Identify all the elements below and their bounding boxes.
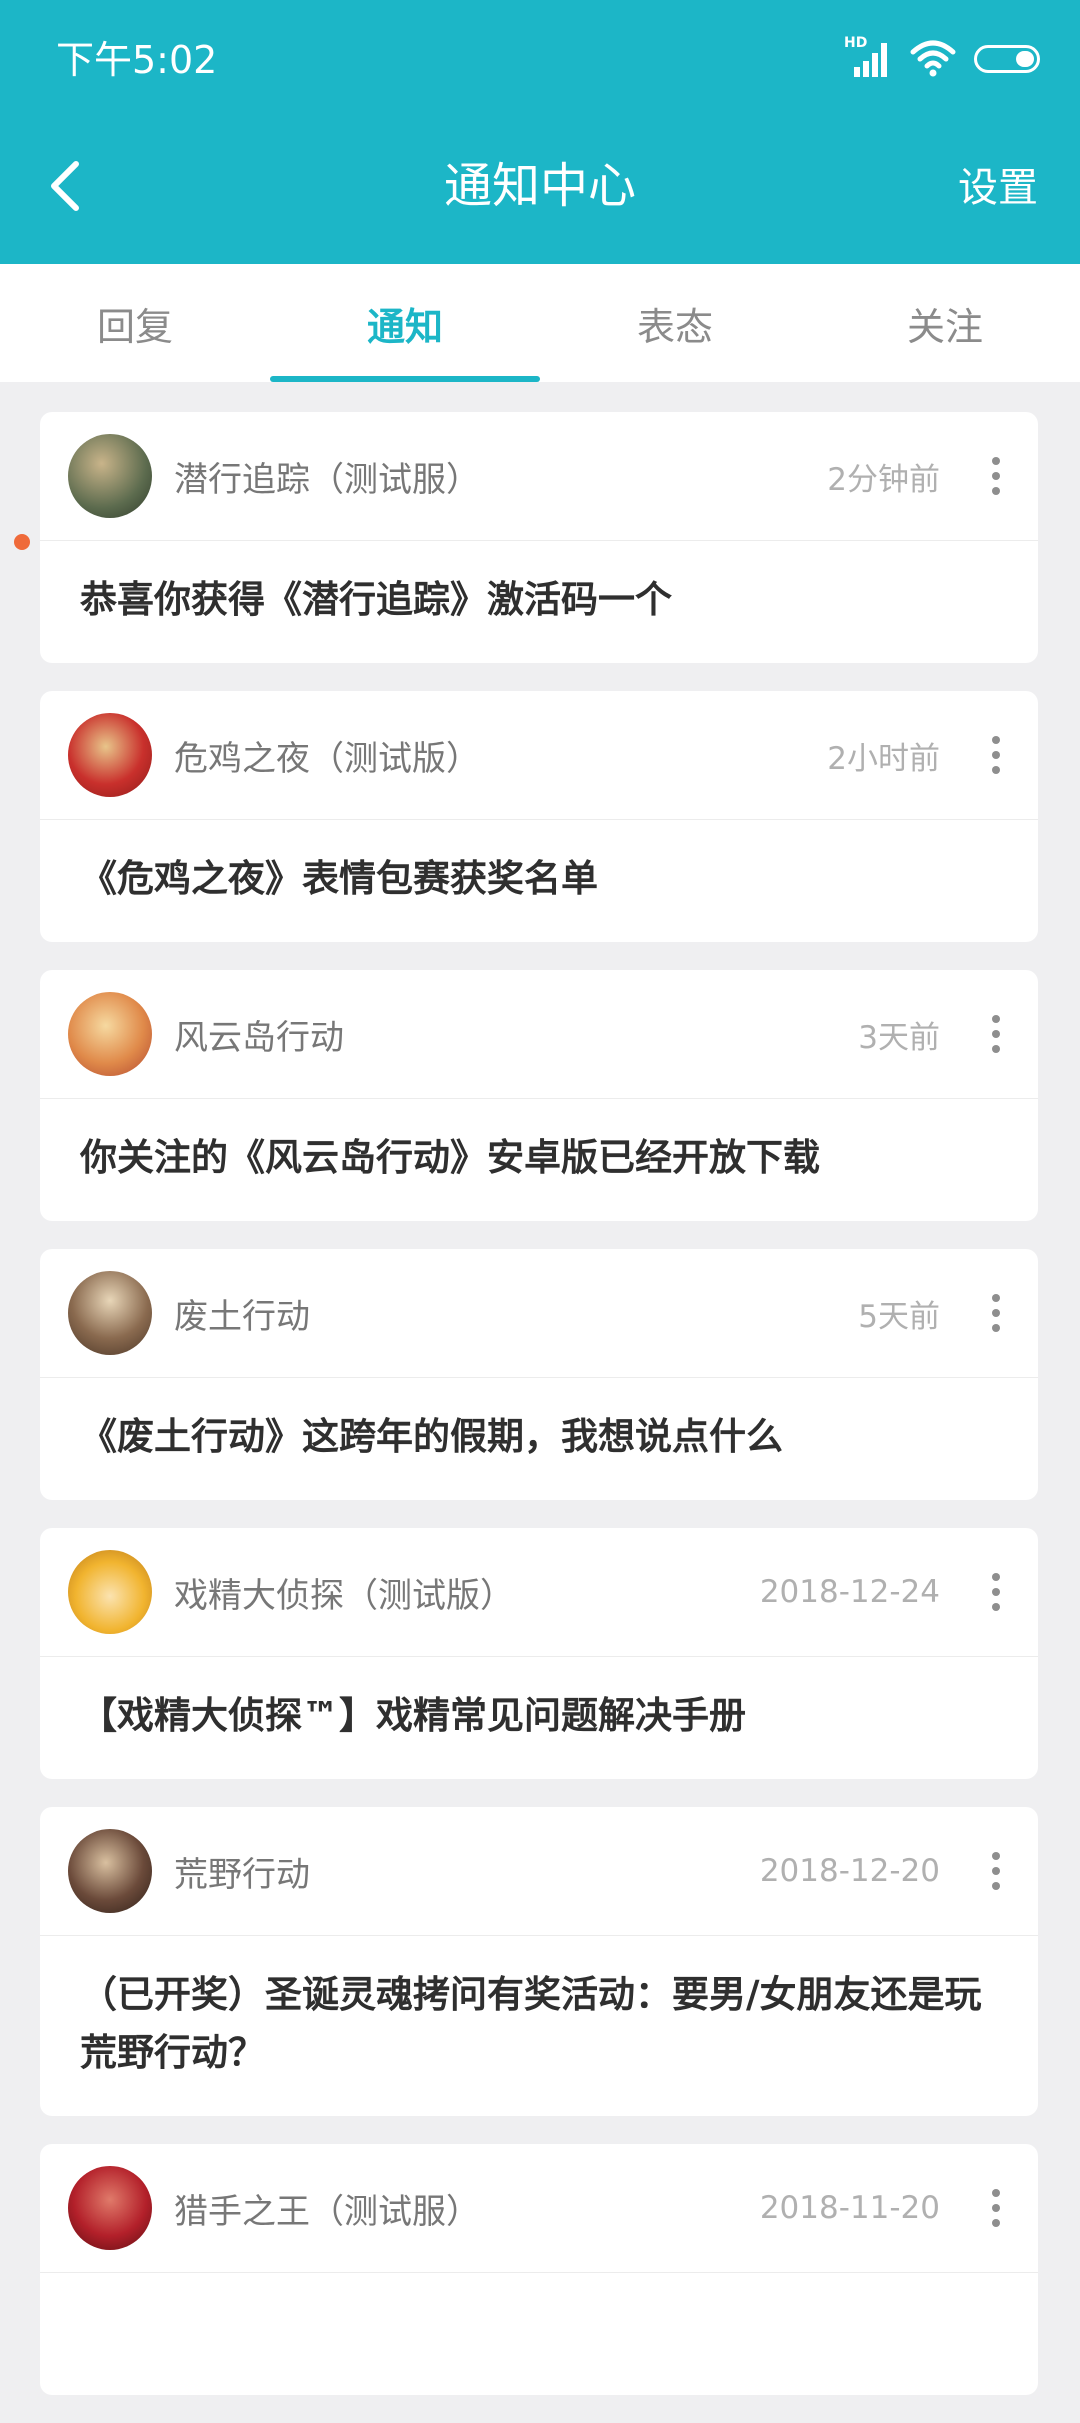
game-avatar[interactable] bbox=[68, 1550, 152, 1634]
notification-card[interactable]: 危鸡之夜（测试版） 2小时前 《危鸡之夜》表情包赛获奖名单 bbox=[40, 691, 1038, 942]
notification-content[interactable] bbox=[40, 2273, 1038, 2395]
notification-content[interactable]: （已开奖）圣诞灵魂拷问有奖活动：要男/女朋友还是玩荒野行动？ bbox=[40, 1936, 1038, 2116]
status-time: 下午5:02 bbox=[56, 38, 218, 82]
unread-dot bbox=[14, 534, 30, 550]
notification-card[interactable]: 戏精大侦探（测试版） 2018-12-24 【戏精大侦探™】戏精常见问题解决手册 bbox=[40, 1528, 1038, 1779]
tab-notifications[interactable]: 通知 bbox=[270, 264, 540, 382]
notification-time: 3天前 bbox=[858, 1019, 940, 1056]
more-options-icon[interactable] bbox=[976, 1841, 1016, 1901]
more-options-icon[interactable] bbox=[976, 1562, 1016, 1622]
more-options-icon[interactable] bbox=[976, 2178, 1016, 2238]
notification-time: 2小时前 bbox=[827, 740, 940, 777]
game-avatar[interactable] bbox=[68, 713, 152, 797]
game-name[interactable]: 危鸡之夜（测试版） bbox=[174, 731, 827, 780]
notification-content[interactable]: 恭喜你获得《潜行追踪》激活码一个 bbox=[40, 541, 1038, 663]
more-options-icon[interactable] bbox=[976, 1004, 1016, 1064]
game-name[interactable]: 荒野行动 bbox=[174, 1847, 760, 1896]
tab-following[interactable]: 关注 bbox=[810, 264, 1080, 382]
game-name[interactable]: 废土行动 bbox=[174, 1289, 858, 1338]
notification-card[interactable]: 风云岛行动 3天前 你关注的《风云岛行动》安卓版已经开放下载 bbox=[40, 970, 1038, 1221]
tab-reactions[interactable]: 表态 bbox=[540, 264, 810, 382]
notification-content[interactable]: 你关注的《风云岛行动》安卓版已经开放下载 bbox=[40, 1099, 1038, 1221]
notification-card[interactable]: 潜行追踪（测试服） 2分钟前 恭喜你获得《潜行追踪》激活码一个 bbox=[40, 412, 1038, 663]
game-avatar[interactable] bbox=[68, 434, 152, 518]
notification-content[interactable]: 《废土行动》这跨年的假期，我想说点什么 bbox=[40, 1378, 1038, 1500]
notification-card[interactable]: 荒野行动 2018-12-20 （已开奖）圣诞灵魂拷问有奖活动：要男/女朋友还是… bbox=[40, 1807, 1038, 2116]
notification-card[interactable]: 废土行动 5天前 《废土行动》这跨年的假期，我想说点什么 bbox=[40, 1249, 1038, 1500]
game-name[interactable]: 风云岛行动 bbox=[174, 1010, 858, 1059]
game-name[interactable]: 潜行追踪（测试服） bbox=[174, 452, 827, 501]
battery-icon bbox=[974, 45, 1040, 73]
app-header: 下午5:02 HD 通知中心 设置 bbox=[0, 0, 1080, 264]
tab-replies[interactable]: 回复 bbox=[0, 264, 270, 382]
back-arrow-icon bbox=[51, 161, 79, 211]
more-options-icon[interactable] bbox=[976, 725, 1016, 785]
signal-icon: HD bbox=[844, 35, 892, 79]
game-avatar[interactable] bbox=[68, 1271, 152, 1355]
game-avatar[interactable] bbox=[68, 992, 152, 1076]
tab-bar: 回复 通知 表态 关注 bbox=[0, 264, 1080, 382]
status-icons: HD bbox=[844, 34, 1040, 84]
game-avatar[interactable] bbox=[68, 2166, 152, 2250]
notification-time: 5天前 bbox=[858, 1298, 940, 1335]
notification-list: 潜行追踪（测试服） 2分钟前 恭喜你获得《潜行追踪》激活码一个 危鸡之夜（测试版… bbox=[40, 412, 1040, 2423]
hd-label: HD bbox=[844, 35, 868, 51]
notification-time: 2018-11-20 bbox=[759, 2190, 940, 2226]
game-avatar[interactable] bbox=[68, 1829, 152, 1913]
game-name[interactable]: 戏精大侦探（测试版） bbox=[174, 1568, 760, 1617]
back-button[interactable] bbox=[40, 152, 90, 220]
notification-content[interactable]: 【戏精大侦探™】戏精常见问题解决手册 bbox=[40, 1657, 1038, 1779]
wifi-icon bbox=[910, 40, 956, 77]
notification-content[interactable]: 《危鸡之夜》表情包赛获奖名单 bbox=[40, 820, 1038, 942]
notification-time: 2018-12-24 bbox=[759, 1574, 940, 1610]
more-options-icon[interactable] bbox=[976, 1283, 1016, 1343]
more-options-icon[interactable] bbox=[976, 446, 1016, 506]
game-name[interactable]: 猎手之王（测试服） bbox=[174, 2184, 760, 2233]
notification-time: 2分钟前 bbox=[827, 461, 940, 498]
notification-time: 2018-12-20 bbox=[759, 1853, 940, 1889]
notification-card[interactable]: 猎手之王（测试服） 2018-11-20 bbox=[40, 2144, 1038, 2395]
settings-button[interactable]: 设置 bbox=[958, 160, 1038, 216]
page-title: 通知中心 bbox=[443, 158, 636, 214]
